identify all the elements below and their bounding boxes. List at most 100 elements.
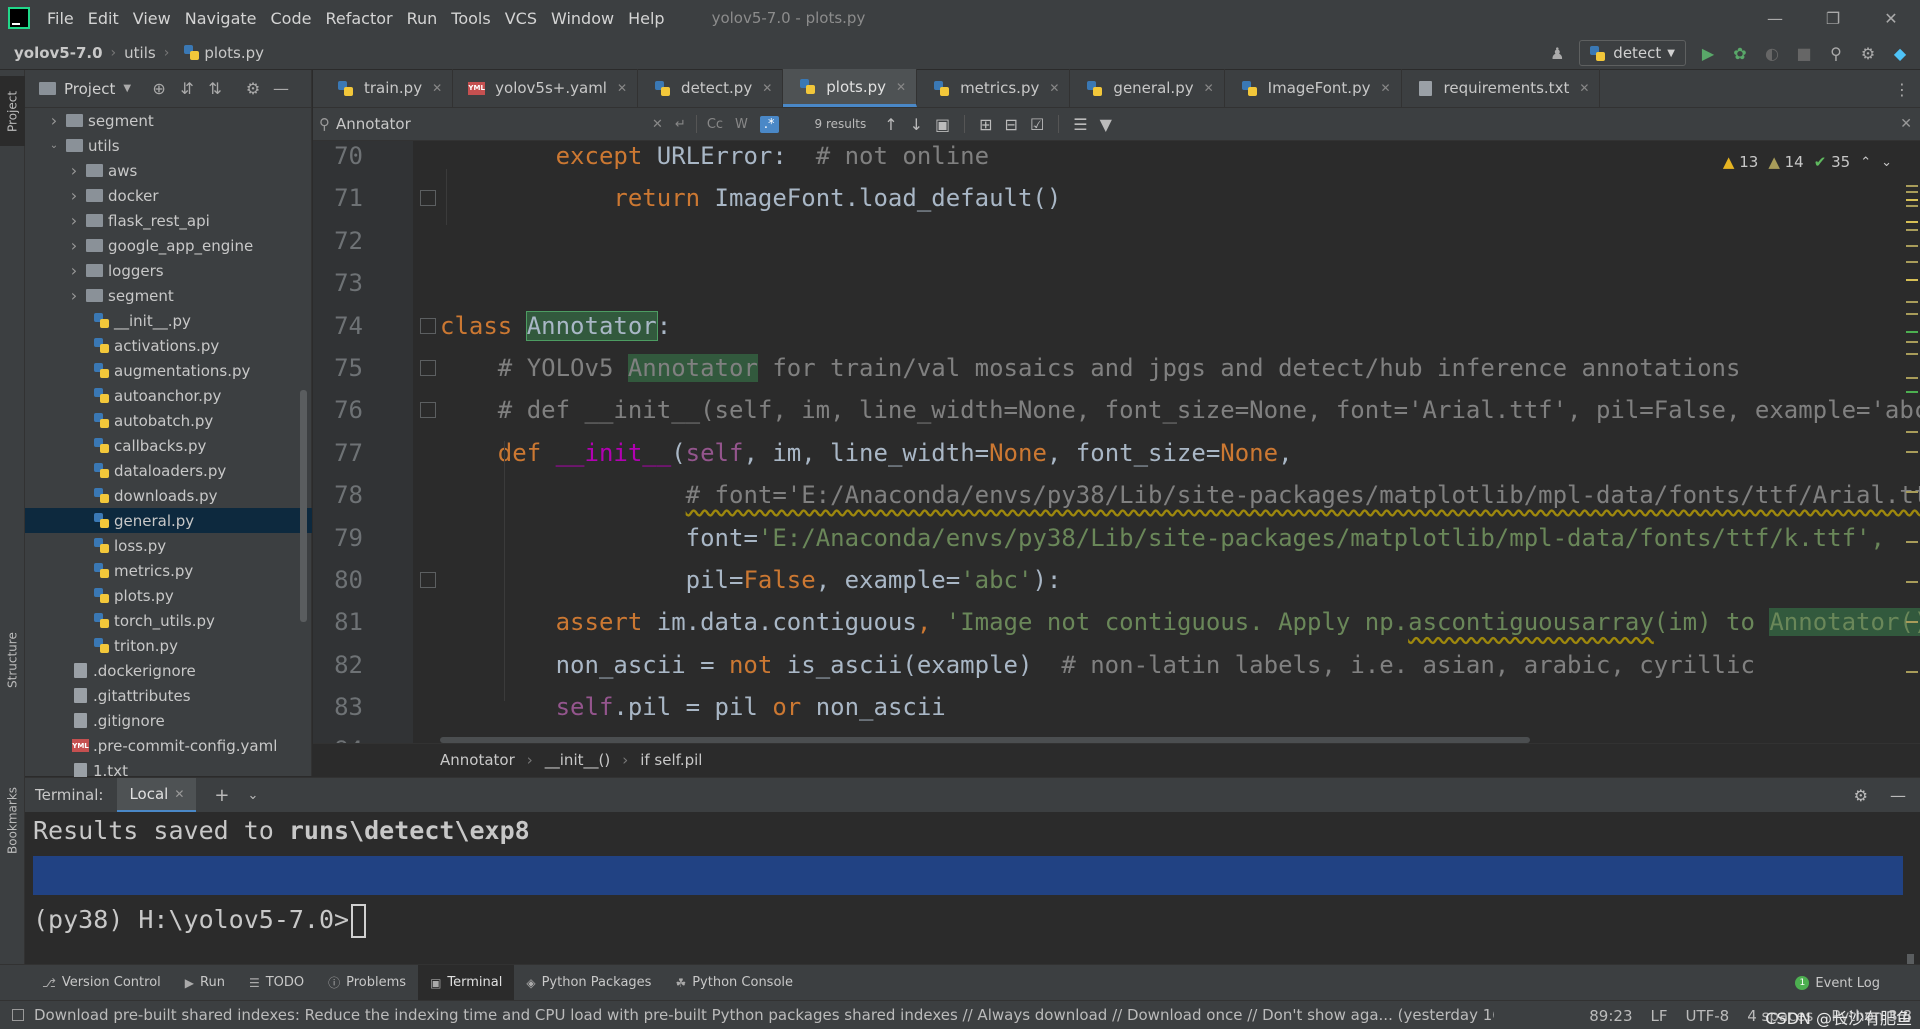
chevron-up-icon[interactable]: ⌃ — [1860, 155, 1871, 170]
chevron-right-icon[interactable]: › — [67, 161, 81, 180]
error-stripe-marker[interactable] — [1906, 245, 1918, 247]
breadcrumb-method[interactable]: __init__() — [545, 751, 610, 769]
code-line[interactable]: return ImageFont.load_default() — [440, 177, 1061, 219]
editor-tab[interactable]: detect.py ✕ — [638, 69, 784, 107]
tree-item[interactable]: › aws — [25, 158, 312, 183]
regex-toggle[interactable]: .* — [759, 115, 779, 133]
error-stripe-marker[interactable] — [1906, 391, 1918, 393]
structure-tool-tab[interactable]: Structure — [0, 620, 25, 700]
tree-item[interactable]: metrics.py — [25, 558, 312, 583]
close-window-icon[interactable]: ✕ — [1862, 0, 1920, 36]
tree-item[interactable]: triton.py — [25, 633, 312, 658]
settings-gear-icon[interactable]: ⚙ — [1858, 43, 1878, 63]
menu-help[interactable]: Help — [628, 9, 664, 28]
tool-window-python-packages[interactable]: ◈ Python Packages — [514, 965, 663, 1001]
tree-item[interactable]: YML .pre-commit-config.yaml — [25, 733, 312, 758]
code-line[interactable]: # font='E:/Anaconda/envs/py38/Lib/site-p… — [440, 474, 1920, 516]
search-everywhere-icon[interactable]: ⚲ — [1826, 43, 1846, 63]
chevron-right-icon[interactable]: › — [47, 111, 61, 130]
code-line[interactable]: self.pil = pil or non_ascii — [440, 686, 946, 728]
hide-panel-icon[interactable]: — — [1890, 786, 1906, 805]
filter-icon[interactable]: ▼ — [1100, 115, 1112, 134]
chevron-down-icon[interactable]: ⌄ — [47, 140, 61, 151]
select-all-icon[interactable]: ☑ — [1030, 115, 1044, 134]
tree-item[interactable]: activations.py — [25, 333, 312, 358]
error-stripe-marker[interactable] — [1906, 199, 1918, 201]
close-icon[interactable]: ✕ — [896, 80, 906, 94]
error-stripe-marker[interactable] — [1906, 205, 1918, 207]
whole-words-toggle[interactable]: W — [735, 117, 748, 132]
breadcrumb-folder[interactable]: utils — [124, 44, 156, 62]
tool-window-python-console[interactable]: ☘ Python Console — [663, 965, 805, 1001]
chevron-right-icon[interactable]: › — [67, 261, 81, 280]
fold-marker-icon[interactable] — [420, 402, 436, 419]
clear-search-icon[interactable]: ✕ — [652, 117, 663, 132]
fold-marker-icon[interactable] — [420, 317, 436, 334]
chevron-down-icon[interactable]: ⌄ — [248, 788, 259, 803]
menu-code[interactable]: Code — [271, 9, 312, 28]
tree-item[interactable]: › flask_rest_api — [25, 208, 312, 233]
file-encoding[interactable]: UTF-8 — [1686, 1007, 1730, 1025]
error-stripe-marker[interactable] — [1906, 191, 1918, 193]
tree-item[interactable]: general.py — [25, 508, 312, 533]
error-stripe-marker[interactable] — [1906, 279, 1918, 281]
project-panel-title[interactable]: Project — [64, 80, 115, 98]
error-stripe-marker[interactable] — [1906, 261, 1918, 263]
fold-marker-icon[interactable] — [420, 360, 436, 376]
close-icon[interactable]: ✕ — [1380, 81, 1390, 95]
line-separator[interactable]: LF — [1651, 1007, 1668, 1025]
breadcrumb-project[interactable]: yolov5-7.0 — [14, 44, 103, 62]
close-icon[interactable]: ✕ — [1579, 81, 1589, 95]
tool-window-version-control[interactable]: ⎇ Version Control — [30, 965, 173, 1001]
toggle-tool-windows-icon[interactable] — [12, 1009, 24, 1021]
error-stripe-marker[interactable] — [1906, 341, 1918, 343]
code-line[interactable]: font='E:/Anaconda/envs/py38/Lib/site-pac… — [440, 517, 1885, 559]
code-line[interactable]: # YOLOv5 Annotator for train/val mosaics… — [440, 347, 1740, 389]
settings-gear-icon[interactable]: ⚙ — [1854, 786, 1868, 805]
tree-item[interactable]: › segment — [25, 283, 312, 308]
next-occurrence-icon[interactable]: ↓ — [910, 115, 923, 134]
error-stripe-marker[interactable] — [1906, 221, 1918, 223]
menu-tools[interactable]: Tools — [451, 9, 490, 28]
new-line-icon[interactable]: ↵ — [675, 117, 686, 132]
code-line[interactable]: # def __init__(self, im, line_width=None… — [440, 389, 1920, 431]
tree-item[interactable]: .dockerignore — [25, 658, 312, 683]
tree-item[interactable]: dataloaders.py — [25, 458, 312, 483]
stop-icon[interactable]: ■ — [1794, 43, 1814, 63]
editor-tab[interactable]: YML yolov5s+.yaml ✕ — [453, 69, 639, 107]
user-icon[interactable]: ♟ — [1547, 43, 1567, 63]
collapse-all-icon[interactable]: ⇅ — [205, 79, 225, 99]
fold-marker-icon[interactable] — [420, 572, 436, 588]
previous-occurrence-icon[interactable]: ↑ — [884, 115, 897, 134]
tree-item[interactable]: › segment — [25, 108, 312, 133]
error-stripe-marker[interactable] — [1906, 313, 1918, 315]
tool-window-todo[interactable]: ☰ TODO — [237, 965, 316, 1001]
tree-item[interactable]: autobatch.py — [25, 408, 312, 433]
close-icon[interactable]: ✕ — [762, 81, 772, 95]
close-icon[interactable]: ✕ — [617, 81, 627, 95]
chevron-down-icon[interactable]: ⌄ — [1881, 155, 1892, 170]
inspection-widget[interactable]: ▲ 13 ▲ 14 ✔ 35 ⌃ ⌄ — [1723, 153, 1892, 171]
select-all-occurrences-icon[interactable]: ▣ — [935, 115, 950, 134]
code-line[interactable]: assert im.data.contiguous, 'Image not co… — [440, 601, 1920, 643]
restore-icon[interactable]: ❐ — [1804, 0, 1862, 36]
tree-item[interactable]: plots.py — [25, 583, 312, 608]
fold-marker-icon[interactable] — [420, 190, 436, 207]
menu-file[interactable]: File — [47, 9, 74, 28]
editor-tab[interactable]: plots.py ✕ — [783, 69, 918, 107]
tree-item[interactable]: › docker — [25, 183, 312, 208]
terminal-tab-local[interactable]: Local ✕ — [117, 777, 197, 813]
editor-tab[interactable]: ImageFont.py ✕ — [1225, 69, 1402, 107]
tree-item[interactable]: loss.py — [25, 533, 312, 558]
tree-item[interactable]: augmentations.py — [25, 358, 312, 383]
code-line[interactable]: non_ascii = not is_ascii(example) # non-… — [440, 644, 1755, 686]
find-input[interactable] — [336, 115, 646, 133]
error-stripe-marker[interactable] — [1906, 353, 1918, 355]
hide-panel-icon[interactable]: — — [271, 79, 291, 99]
locate-icon[interactable]: ⊕ — [149, 79, 169, 99]
code-line[interactable]: def __init__(self, im, line_width=None, … — [440, 432, 1293, 474]
code-line[interactable]: class Annotator: — [440, 305, 671, 347]
tree-item[interactable]: autoanchor.py — [25, 383, 312, 408]
close-icon[interactable]: ✕ — [1204, 81, 1214, 95]
project-tool-tab[interactable]: Project — [0, 76, 25, 146]
